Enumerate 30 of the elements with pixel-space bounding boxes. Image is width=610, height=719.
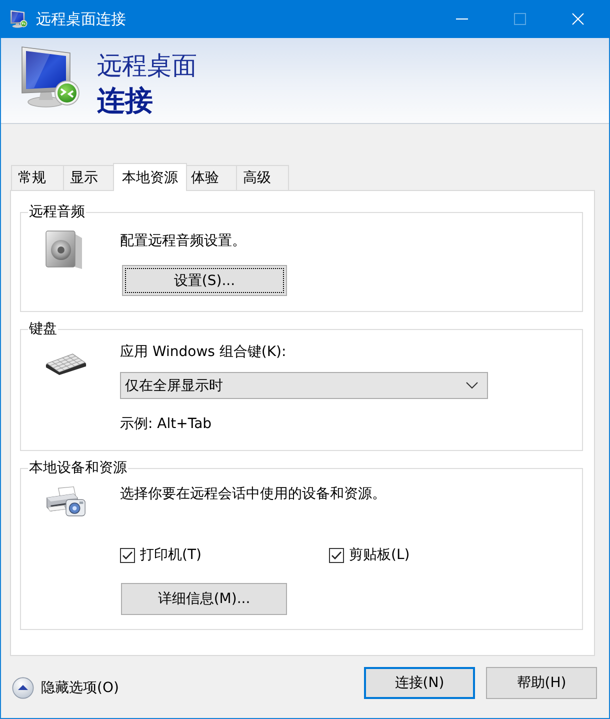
chevron-down-icon — [466, 382, 478, 389]
tab[interactable]: 本地资源 — [113, 163, 187, 191]
group-title: 键盘 — [28, 321, 58, 338]
window-title: 远程桌面连接 — [36, 9, 126, 29]
button[interactable]: 设置(S)... — [122, 265, 287, 296]
description-text: 配置远程音频设置。 — [120, 232, 246, 251]
button[interactable]: 连接(N) — [364, 667, 475, 699]
banner-subtitle: 连接 — [97, 83, 153, 119]
checkbox-label[interactable]: 剪贴板(L) — [349, 545, 410, 565]
button[interactable]: 帮助(H) — [486, 667, 597, 699]
example-text: 示例: Alt+Tab — [120, 415, 212, 434]
monitor-icon — [10, 10, 28, 28]
dropdown[interactable]: 仅在全屏显示时 — [120, 372, 488, 399]
description-text: 选择你要在远程会话中使用的设备和资源。 — [120, 485, 386, 504]
hide-options-toggle[interactable]: 隐藏选项(O) — [12, 677, 119, 699]
button[interactable]: 详细信息(M)... — [121, 583, 287, 615]
keyboard-icon — [45, 352, 87, 375]
group-title: 远程音频 — [28, 204, 86, 221]
close-icon[interactable] — [572, 13, 584, 25]
printer-and-camera-icon — [45, 486, 87, 519]
tab[interactable]: 高级 — [236, 165, 289, 190]
checkbox[interactable] — [120, 548, 135, 562]
monitor-icon — [20, 46, 82, 108]
field-label: 应用 Windows 组合键(K): — [120, 343, 286, 362]
banner-title: 远程桌面 — [97, 50, 197, 82]
checkbox[interactable] — [329, 548, 344, 562]
speaker-icon — [45, 230, 83, 270]
tab[interactable]: 常规 — [11, 165, 64, 190]
group-title: 本地设备和资源 — [28, 460, 128, 477]
checkbox-label[interactable]: 打印机(T) — [140, 545, 202, 565]
